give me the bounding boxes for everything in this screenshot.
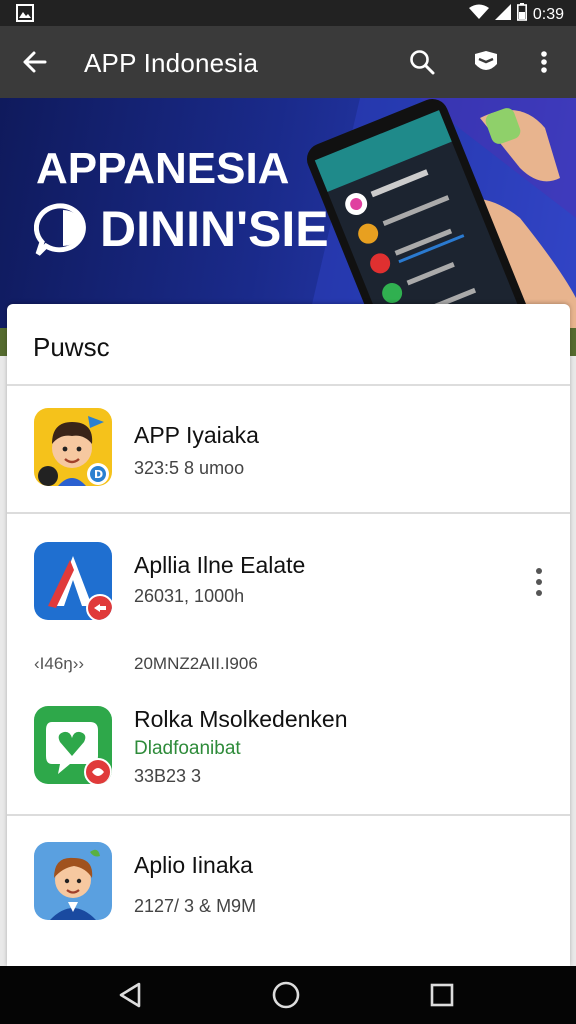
- side-value: 20ΜΝΖ2ΑΙΙ.Ι906: [134, 654, 258, 673]
- nav-back-button[interactable]: [110, 978, 150, 1012]
- battery-icon: [516, 3, 527, 26]
- chat-logo-icon: [33, 202, 92, 261]
- arrow-back-icon: [23, 51, 47, 73]
- wifi-icon: [468, 4, 489, 25]
- app-meta: 2127/ 3 & M9M: [134, 896, 257, 916]
- more-vert-icon: [536, 568, 542, 596]
- nav-recents-button[interactable]: [422, 978, 462, 1012]
- app-name: APP Iyaiaka: [134, 422, 259, 448]
- gallery-notification-icon: [16, 4, 34, 27]
- banner-subtitle: DININ'SIE: [100, 201, 329, 257]
- search-icon: [410, 50, 435, 75]
- section-header: Puwsc: [7, 304, 570, 386]
- triangle-back-icon: [119, 982, 141, 1008]
- letter-a-icon: [34, 542, 112, 620]
- heart-chat-icon: [34, 706, 112, 784]
- app-meta: 33B23 3: [134, 766, 202, 786]
- more-vert-icon: [541, 51, 547, 73]
- app-list-item[interactable]: Aplio Iinaka 2127/ 3 & M9M: [7, 818, 570, 958]
- cartoon-boy-icon: D: [34, 408, 112, 486]
- app-name: Apllia Ilne Ealate: [134, 552, 306, 578]
- share-button[interactable]: [468, 44, 504, 80]
- app-meta: 26031, 1000h: [134, 586, 245, 606]
- page-title: APP Indonesia: [84, 48, 259, 78]
- app-meta: 323:5 8 umoo: [134, 458, 245, 478]
- app-name: Aplio Iinaka: [134, 852, 253, 878]
- app-list-item[interactable]: Rolka Msolkedenken Dladfoanibat 33B23 3: [7, 684, 570, 814]
- share-icon: [475, 51, 497, 70]
- square-recents-icon: [430, 983, 454, 1007]
- back-button[interactable]: [14, 44, 54, 80]
- nav-home-button[interactable]: [266, 978, 306, 1012]
- section-title: Puwsc: [33, 332, 110, 362]
- side-label: ‹I46ŋ››: [34, 654, 85, 673]
- circle-home-icon: [272, 981, 300, 1009]
- item-more-button[interactable]: [525, 562, 553, 602]
- app-list-item[interactable]: Apllia Ilne Ealate 26031, 1000h ‹I46ŋ›› …: [7, 516, 570, 673]
- more-options-button[interactable]: [528, 44, 560, 80]
- app-bar: APP Indonesia: [0, 26, 576, 98]
- app-list-card: Puwsc D APP Iyaiaka 323:5 8 umoo Apllia …: [7, 304, 570, 966]
- navigation-bar: [0, 966, 576, 1024]
- app-name: Rolka Msolkedenken: [134, 706, 348, 732]
- divider: [7, 512, 570, 514]
- app-list-item[interactable]: D APP Iyaiaka 323:5 8 umoo: [7, 388, 570, 514]
- cartoon-man-icon: [34, 842, 112, 920]
- banner-title: APPANESIA: [36, 144, 290, 193]
- svg-text:D: D: [94, 468, 103, 481]
- status-time: 0:39: [532, 5, 564, 23]
- status-bar: 0:39: [0, 0, 576, 26]
- signal-icon: [494, 4, 511, 25]
- app-developer: Dladfoanibat: [134, 738, 241, 759]
- divider: [7, 814, 570, 816]
- search-button[interactable]: [404, 44, 440, 80]
